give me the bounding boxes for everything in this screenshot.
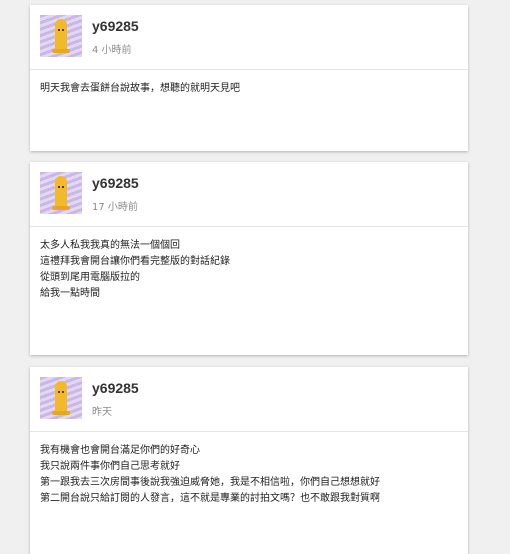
timestamp[interactable]: 昨天 <box>92 403 112 418</box>
post-header: y69285 17 小時前 <box>30 162 468 227</box>
post-feed: y69285 4 小時前 明天我會去蛋餅台說故事，想聽的就明天見吧 y69285… <box>0 0 510 554</box>
post-text-line: 給我一點時間 <box>40 288 100 299</box>
post-body: 我有機會也會開台滿足你們的好奇心 我只說兩件事你們自己思考就好 第一跟我去三次房… <box>30 432 468 507</box>
avatar-eye-icon <box>58 29 60 31</box>
avatar-feet-icon <box>52 206 70 210</box>
post-text-line: 這禮拜我會開台讓你們看完整版的對話紀錄 <box>40 256 230 267</box>
post-header: y69285 昨天 <box>30 367 468 432</box>
post-header: y69285 4 小時前 <box>30 5 468 70</box>
avatar-figure-icon <box>55 19 67 53</box>
avatar[interactable] <box>40 15 82 57</box>
post-body: 明天我會去蛋餅台說故事，想聽的就明天見吧 <box>30 70 468 97</box>
post-text-line: 第二開台說只給訂閱的人發言，這不就是專業的討拍文嗎？也不敢跟我對質啊 <box>40 493 380 504</box>
avatar-eye-icon <box>62 391 64 393</box>
username[interactable]: y69285 <box>92 175 139 191</box>
avatar-eye-icon <box>62 186 64 188</box>
post-text-line: 從頭到尾用電腦版拉的 <box>40 272 140 283</box>
post-text-line: 太多人私我我真的無法一個個回 <box>40 240 180 251</box>
timestamp[interactable]: 4 小時前 <box>92 41 132 56</box>
post-text-line: 我只說兩件事你們自己思考就好 <box>40 461 180 472</box>
avatar-feet-icon <box>52 49 70 53</box>
timestamp[interactable]: 17 小時前 <box>92 198 138 213</box>
avatar-eye-icon <box>58 391 60 393</box>
avatar-feet-icon <box>52 411 70 415</box>
post-text-line: 我有機會也會開台滿足你們的好奇心 <box>40 445 200 456</box>
avatar[interactable] <box>40 377 82 419</box>
avatar-eye-icon <box>58 186 60 188</box>
post-card: y69285 昨天 我有機會也會開台滿足你們的好奇心 我只說兩件事你們自己思考就… <box>30 367 468 554</box>
post-text-line: 明天我會去蛋餅台說故事，想聽的就明天見吧 <box>40 83 240 94</box>
avatar-figure-icon <box>55 381 67 415</box>
avatar-figure-icon <box>55 176 67 210</box>
avatar-eye-icon <box>62 29 64 31</box>
avatar[interactable] <box>40 172 82 214</box>
post-card: y69285 4 小時前 明天我會去蛋餅台說故事，想聽的就明天見吧 <box>30 5 468 151</box>
username[interactable]: y69285 <box>92 18 139 34</box>
post-card: y69285 17 小時前 太多人私我我真的無法一個個回 這禮拜我會開台讓你們看… <box>30 162 468 355</box>
post-body: 太多人私我我真的無法一個個回 這禮拜我會開台讓你們看完整版的對話紀錄 從頭到尾用… <box>30 227 468 302</box>
username[interactable]: y69285 <box>92 380 139 396</box>
post-text-line: 第一跟我去三次房間事後說我強迫威脅她，我是不相信啦，你們自己想想就好 <box>40 477 380 488</box>
